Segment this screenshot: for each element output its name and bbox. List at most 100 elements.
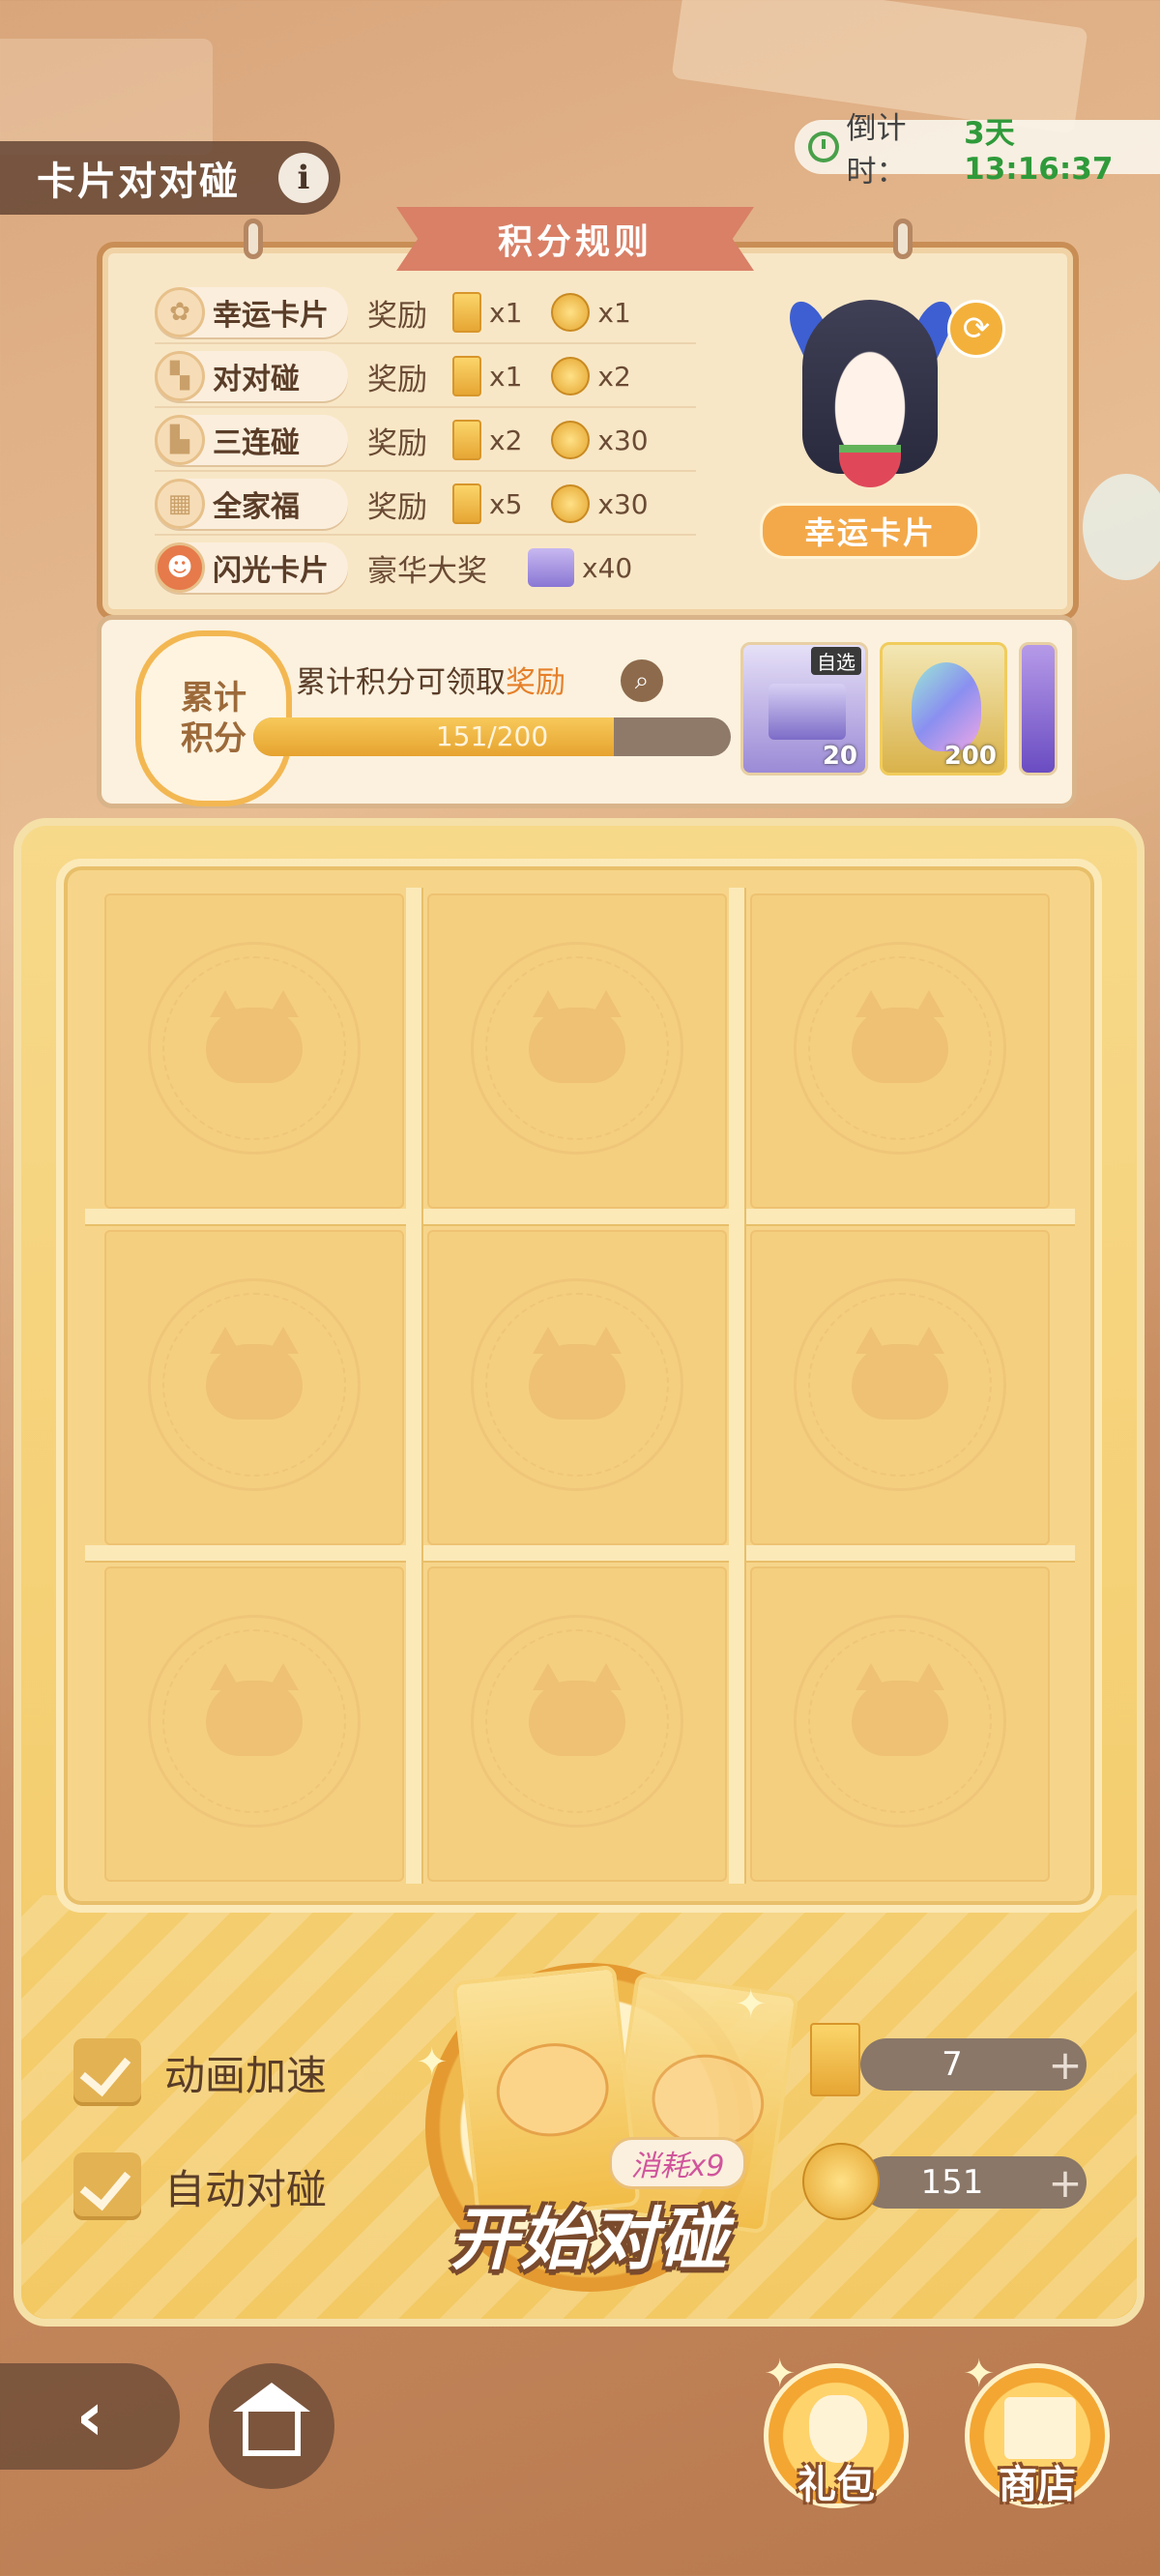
cat-silhouette-icon xyxy=(206,990,303,1083)
reward-word: 奖励 xyxy=(367,489,427,525)
cat-silhouette-icon xyxy=(852,1327,948,1420)
ticket-qty: x5 xyxy=(489,487,523,520)
pair-icon: ▚ xyxy=(155,351,205,401)
card-slot xyxy=(104,893,404,1209)
rule-row: ▦ 全家福 奖励 x5 x30 xyxy=(155,474,696,536)
reward-count: 20 xyxy=(822,742,857,771)
rule-name: 闪光卡片 xyxy=(213,554,329,588)
add-ticket-button[interactable]: + xyxy=(1044,2041,1087,2089)
rule-name: 全家福 xyxy=(213,490,300,524)
points-badge-line: 累计 xyxy=(181,679,246,717)
add-coin-button[interactable]: + xyxy=(1044,2159,1087,2207)
reward-count: 200 xyxy=(943,742,997,771)
gift-pack-label: 礼包 xyxy=(798,2463,875,2507)
shop-icon xyxy=(1004,2397,1076,2459)
coin-qty: x30 xyxy=(597,424,649,456)
ticket-qty: x1 xyxy=(489,360,523,393)
card-slot xyxy=(427,893,727,1209)
ring-clip xyxy=(244,219,263,259)
back-button[interactable]: ‹ xyxy=(0,2363,180,2470)
checkbox-checked[interactable] xyxy=(73,2038,141,2106)
crystal-icon xyxy=(912,662,981,751)
rule-row: ▚ 对对碰 奖励 x1 x2 xyxy=(155,346,696,408)
grid-divider xyxy=(85,1545,1075,1561)
info-icon[interactable]: i xyxy=(278,153,329,203)
character-icon: ☻ xyxy=(155,542,205,593)
speedup-toggle[interactable]: 动画加速 xyxy=(73,2038,327,2106)
card-slot xyxy=(427,1566,727,1882)
rule-row: ✿ 幸运卡片 奖励 x1 x1 xyxy=(155,282,696,344)
checkbox-checked[interactable] xyxy=(73,2152,141,2220)
coin-icon xyxy=(802,2143,880,2220)
clock-icon xyxy=(808,132,839,162)
reward-item[interactable]: 200 xyxy=(880,642,1007,776)
reward-word: 奖励 xyxy=(367,425,427,461)
rules-tab-title: 积分规则 xyxy=(396,207,754,271)
ticket-qty: x1 xyxy=(489,296,523,329)
grid-divider xyxy=(406,888,421,1884)
card-slot xyxy=(750,1230,1050,1545)
page-title: 卡片对对碰 xyxy=(37,160,240,204)
card-slot xyxy=(750,1566,1050,1882)
home-button[interactable] xyxy=(209,2363,334,2489)
ticket-qty: x2 xyxy=(489,424,523,456)
points-description: 累计积分可领取奖励 xyxy=(296,658,566,701)
grid-divider xyxy=(729,888,744,1884)
ticket-icon xyxy=(452,420,481,460)
shop-label: 商店 xyxy=(999,2463,1076,2507)
clover-icon: ✿ xyxy=(155,287,205,337)
title-bar: 卡片对对碰 i xyxy=(0,141,340,215)
card-slot xyxy=(104,1566,404,1882)
grid-icon: ▦ xyxy=(155,479,205,529)
ring-clip xyxy=(893,219,913,259)
coin-count: 151 xyxy=(920,2163,984,2202)
cat-silhouette-icon xyxy=(206,1663,303,1756)
card-slot xyxy=(104,1230,404,1545)
coin-counter: 151 + xyxy=(860,2156,1087,2209)
coin-qty: x2 xyxy=(597,360,631,393)
rule-row: ☻ 闪光卡片 豪华大奖 x40 xyxy=(155,538,696,598)
progress-text: 151/200 xyxy=(435,720,549,752)
points-desc-text: 累计积分可领取 xyxy=(296,665,506,700)
reward-word: 豪华大奖 xyxy=(367,553,487,589)
sparkle-icon: ✦ xyxy=(963,2352,996,2396)
cat-silhouette-icon xyxy=(529,1663,625,1756)
lucky-card-avatar[interactable] xyxy=(764,290,976,503)
coin-icon xyxy=(551,421,591,459)
search-icon[interactable]: ⌕ xyxy=(621,659,663,702)
coin-qty: x30 xyxy=(597,487,649,520)
cat-silhouette-icon xyxy=(529,990,625,1083)
reward-item[interactable]: 自选 20 xyxy=(740,642,868,776)
rule-badge: ✿ 幸运卡片 xyxy=(155,287,348,337)
rule-name: 对对碰 xyxy=(213,363,300,396)
sparkle-icon: ✦ xyxy=(416,2040,449,2085)
points-badge-line: 积分 xyxy=(181,719,246,758)
ticket-icon xyxy=(452,292,481,333)
countdown-value: 3天13:16:37 xyxy=(964,115,1114,187)
cat-face-icon xyxy=(491,2037,614,2143)
rule-badge: ▚ 对对碰 xyxy=(155,351,348,401)
lucky-card-label: 幸运卡片 xyxy=(760,503,980,559)
points-badge-text: 累计 积分 xyxy=(181,678,246,759)
reward-item[interactable] xyxy=(1019,642,1058,776)
reward-tag: 自选 xyxy=(811,647,861,675)
back-arrow-icon: ‹ xyxy=(75,2377,104,2456)
reward-word: 奖励 xyxy=(367,298,427,334)
refresh-icon[interactable]: ⟳ xyxy=(947,300,1005,358)
coin-icon xyxy=(551,484,591,523)
auto-match-label: 自动对碰 xyxy=(164,2165,328,2213)
coin-qty: x1 xyxy=(597,296,631,329)
ticket-icon xyxy=(452,356,481,396)
countdown-label: 倒计时： xyxy=(846,111,907,190)
cat-silhouette-icon xyxy=(852,990,948,1083)
watermelon-icon xyxy=(839,445,901,487)
ticket-counter: 7 + xyxy=(860,2038,1087,2091)
coin-icon xyxy=(551,293,591,332)
ticket-count: 7 xyxy=(942,2045,963,2084)
chest-icon xyxy=(768,684,846,740)
cat-silhouette-icon xyxy=(529,1327,625,1420)
card-pack-icon xyxy=(451,1964,641,2223)
start-label[interactable]: 开始对碰 xyxy=(406,2185,773,2283)
auto-match-toggle[interactable]: 自动对碰 xyxy=(73,2152,327,2220)
rule-badge: ▦ 全家福 xyxy=(155,479,348,529)
